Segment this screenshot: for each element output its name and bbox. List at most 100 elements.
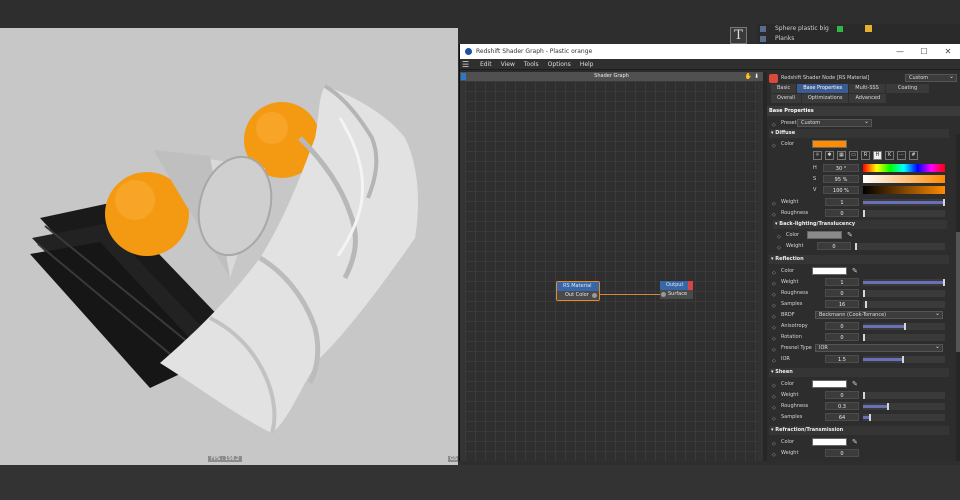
backlighting-color-swatch[interactable] — [807, 231, 842, 239]
value-input[interactable]: 100 % — [823, 186, 859, 194]
tab-multi-sss[interactable]: Multi-SSS — [849, 84, 885, 93]
keyframe-diamond-icon[interactable]: ◇ — [772, 141, 776, 151]
out-color-port[interactable]: Out Color — [557, 291, 599, 300]
maximize-button[interactable]: ☐ — [912, 47, 936, 56]
visibility-icon[interactable] — [837, 26, 843, 32]
panel-grip-icon[interactable] — [461, 73, 466, 80]
minimize-button[interactable]: — — [888, 47, 912, 56]
redshift-app-icon — [465, 48, 472, 55]
menu-view[interactable]: View — [501, 61, 515, 68]
hue-slider[interactable] — [863, 164, 945, 172]
port-dot-icon[interactable] — [592, 293, 597, 298]
reflection-samples-input[interactable]: 16 — [825, 300, 859, 308]
tab-coating[interactable]: Coating — [885, 84, 930, 93]
fresnel-dropdown[interactable]: IOR — [815, 343, 943, 352]
layout-dropdown[interactable]: Custom — [905, 73, 957, 82]
sheen-weight-slider[interactable] — [863, 392, 945, 399]
tab-basic[interactable]: Basic — [771, 84, 797, 93]
scene-item-planks[interactable]: Planks — [757, 34, 960, 44]
close-button[interactable]: ✕ — [936, 47, 960, 56]
hsv-mode-icon[interactable]: H — [873, 151, 882, 160]
sheen-samples-input[interactable]: 64 — [825, 413, 859, 421]
eyedropper-icon[interactable]: ✎ — [852, 266, 858, 276]
reflection-color-swatch[interactable] — [812, 267, 847, 275]
port-dot-icon[interactable] — [661, 292, 666, 297]
refraction-color-swatch[interactable] — [812, 438, 847, 446]
connection-wire[interactable] — [600, 294, 660, 295]
scene-item-label: Planks — [775, 35, 795, 42]
tab-overall[interactable]: Overall — [771, 94, 801, 103]
material-tag-icon[interactable] — [865, 25, 872, 32]
keyframe-diamond-icon[interactable]: ◇ — [772, 210, 776, 220]
image-icon[interactable]: ▭ — [849, 151, 858, 160]
diffuse-roughness-input[interactable]: 0 — [825, 209, 859, 217]
mixer-icon[interactable]: ⋯ — [897, 151, 906, 160]
refraction-weight-input[interactable]: 0 — [825, 449, 859, 457]
graph-header-icons[interactable]: ✋ ⬇ — [745, 72, 759, 81]
sheen-group-head[interactable]: ▾ Sheen — [769, 368, 949, 377]
saturation-slider[interactable] — [863, 175, 945, 183]
surface-port[interactable]: Surface — [660, 290, 693, 299]
brightness-icon[interactable]: ☼ — [813, 151, 822, 160]
window-titlebar[interactable]: Redshift Shader Graph - Plastic orange —… — [460, 44, 960, 59]
reflection-weight-slider[interactable] — [863, 279, 945, 286]
reflection-roughness-input[interactable]: 0 — [825, 289, 859, 297]
rotation-input[interactable]: 0 — [825, 333, 859, 341]
render-viewport[interactable]: FPS : 156.2 GS — [0, 28, 458, 465]
kelvin-mode-icon[interactable]: K — [885, 151, 894, 160]
diffuse-weight-slider[interactable] — [863, 199, 945, 206]
anisotropy-input[interactable]: 0 — [825, 322, 859, 330]
ior-input[interactable]: 1.5 — [825, 355, 859, 363]
keyframe-diamond-icon[interactable]: ◇ — [772, 356, 776, 366]
sheen-samples-slider[interactable] — [863, 414, 945, 421]
backlighting-weight-slider[interactable] — [855, 243, 945, 250]
keyframe-diamond-icon[interactable]: ◇ — [772, 414, 776, 424]
hue-input[interactable]: 30 ° — [823, 164, 859, 172]
hamburger-menu-icon[interactable]: ☰ — [462, 60, 474, 69]
rs-material-node[interactable]: RS Material Out Color — [556, 281, 600, 301]
reflection-roughness-slider[interactable] — [863, 290, 945, 297]
hex-mode-icon[interactable]: # — [909, 151, 918, 160]
sheen-weight-input[interactable]: 0 — [825, 391, 859, 399]
spectrum-icon[interactable]: ▦ — [837, 151, 846, 160]
menu-tools[interactable]: Tools — [524, 61, 539, 68]
reflection-group-head[interactable]: ▾ Reflection — [769, 255, 949, 264]
refraction-group-head[interactable]: ▾ Refraction/Transmission — [769, 426, 949, 435]
value-slider[interactable] — [863, 186, 945, 194]
sheen-roughness-input[interactable]: 0.3 — [825, 402, 859, 410]
diffuse-roughness-slider[interactable] — [863, 210, 945, 217]
diffuse-weight-input[interactable]: 1 — [825, 198, 859, 206]
menu-options[interactable]: Options — [548, 61, 571, 68]
menu-edit[interactable]: Edit — [480, 61, 492, 68]
anisotropy-slider[interactable] — [863, 323, 945, 330]
saturation-input[interactable]: 95 % — [823, 175, 859, 183]
reflection-samples-slider[interactable] — [863, 301, 945, 308]
scrollbar-thumb[interactable] — [956, 232, 960, 352]
keyframe-diamond-icon[interactable]: ◇ — [777, 243, 781, 253]
sheen-roughness-slider[interactable] — [863, 403, 945, 410]
diffuse-color-swatch[interactable] — [812, 140, 847, 148]
color-wheel-icon[interactable]: ✱ — [825, 151, 834, 160]
eyedropper-icon[interactable]: ✎ — [852, 379, 858, 389]
tab-base-properties[interactable]: Base Properties — [797, 84, 849, 93]
eyedropper-icon[interactable]: ✎ — [847, 230, 853, 240]
brdf-dropdown[interactable]: Beckmann (Cook-Torrance) — [815, 310, 943, 319]
eyedropper-icon[interactable]: ✎ — [852, 437, 858, 447]
graph-canvas[interactable]: RS Material Out Color Output Surface — [465, 81, 758, 461]
diffuse-group-head[interactable]: ▾ Diffuse — [769, 129, 949, 138]
keyframe-diamond-icon[interactable]: ◇ — [772, 450, 776, 460]
text-tool-button[interactable]: T — [730, 27, 747, 44]
backlighting-weight-input[interactable]: 0 — [817, 242, 851, 250]
sheen-color-swatch[interactable] — [812, 380, 847, 388]
tab-optimizations[interactable]: Optimizations — [801, 94, 849, 103]
reflection-weight-input[interactable]: 1 — [825, 278, 859, 286]
rgb-mode-icon[interactable]: R — [861, 151, 870, 160]
scene-item-sphere[interactable]: Sphere plastic big — [757, 24, 960, 34]
rotation-slider[interactable] — [863, 334, 945, 341]
backlighting-group-head[interactable]: ▾ Back-lighting/Translucency — [773, 220, 947, 229]
output-node[interactable]: Output Surface — [660, 281, 693, 299]
menu-help[interactable]: Help — [580, 61, 594, 68]
preset-dropdown[interactable]: Custom — [797, 118, 872, 127]
ior-slider[interactable] — [863, 356, 945, 363]
tab-advanced[interactable]: Advanced — [849, 94, 887, 103]
